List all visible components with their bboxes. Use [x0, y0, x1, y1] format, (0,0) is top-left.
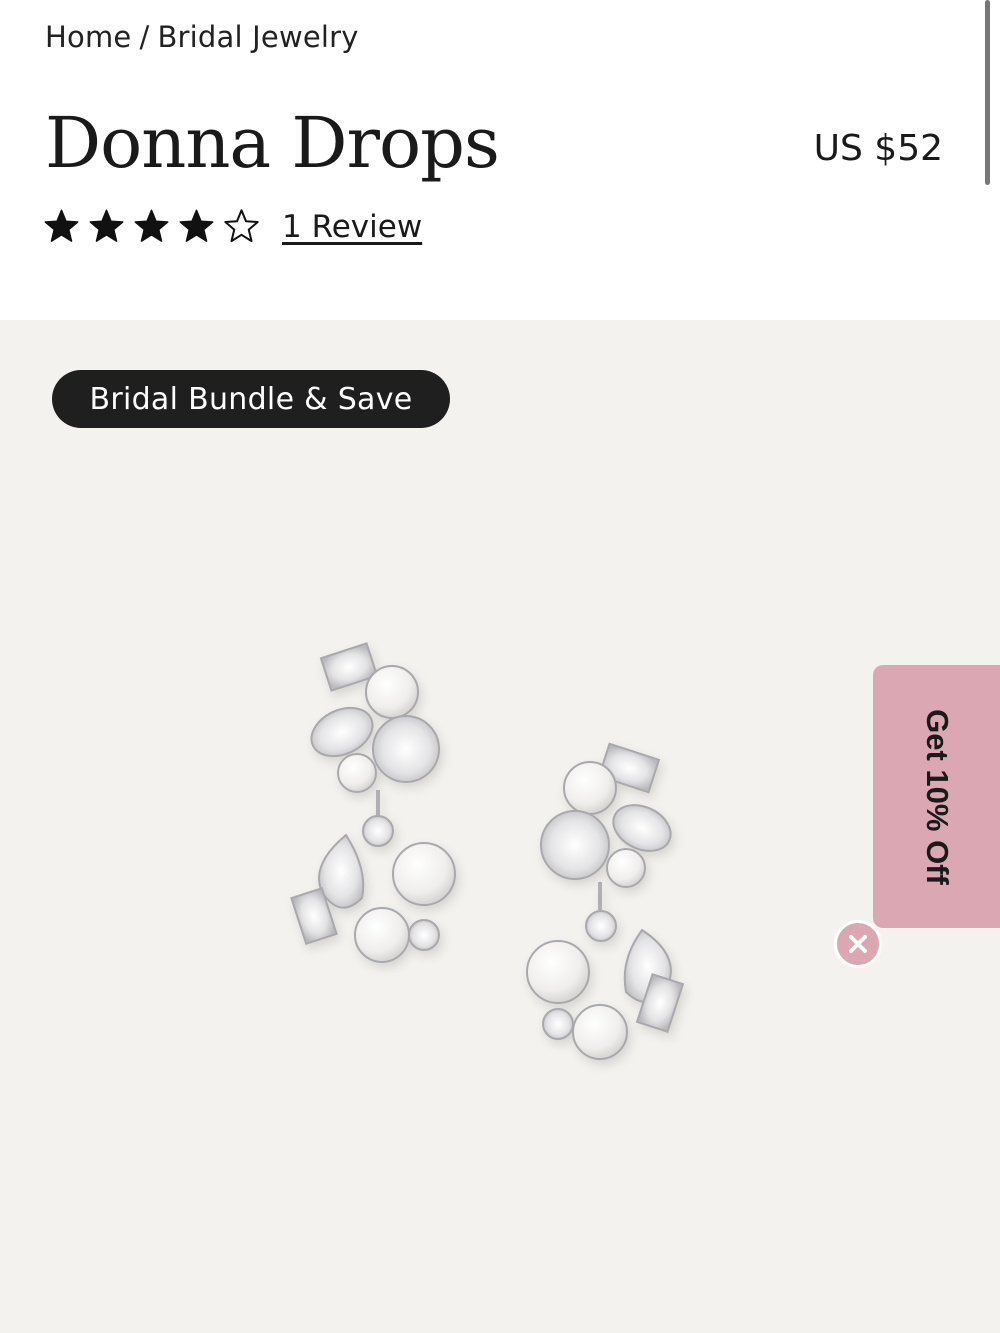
bundle-badge: Bridal Bundle & Save	[52, 370, 450, 428]
product-image-area[interactable]: Bridal Bundle & Save Get 10% Off	[0, 320, 1000, 1333]
promo-discount-tab[interactable]: Get 10% Off	[873, 665, 1000, 928]
star-rating[interactable]	[43, 208, 260, 245]
promo-close-button[interactable]	[834, 920, 882, 968]
star-filled-icon	[89, 209, 124, 242]
breadcrumb: Home / Bridal Jewelry	[45, 20, 359, 54]
star-empty-icon	[224, 209, 259, 243]
promo-label: Get 10% Off	[919, 708, 955, 885]
product-title: Donna Drops	[45, 102, 500, 184]
breadcrumb-separator: /	[139, 20, 150, 54]
product-price: US $52	[813, 128, 943, 169]
earrings-image	[290, 642, 685, 1060]
star-filled-icon	[44, 209, 79, 242]
star-filled-icon	[134, 209, 169, 242]
breadcrumb-home-link[interactable]: Home	[45, 20, 131, 54]
close-icon	[849, 935, 867, 953]
breadcrumb-current-link[interactable]: Bridal Jewelry	[157, 20, 358, 54]
star-filled-icon	[179, 209, 214, 242]
product-rating: 1 Review	[43, 208, 422, 245]
scrollbar[interactable]	[985, 0, 990, 185]
review-count-link[interactable]: 1 Review	[282, 209, 422, 245]
